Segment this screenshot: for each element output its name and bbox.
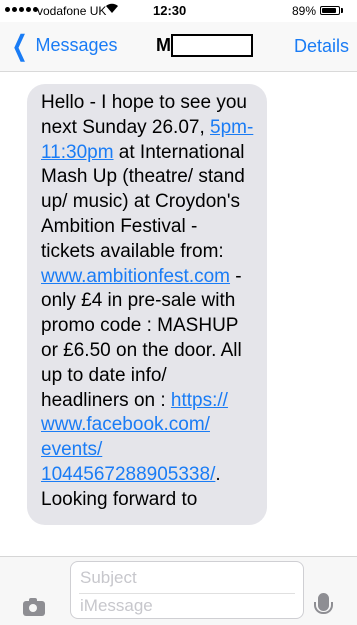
chevron-left-icon: ❮	[11, 29, 28, 61]
battery-fill	[322, 8, 337, 13]
carrier-name: vodafone UK	[37, 4, 107, 18]
website-link[interactable]: www.ambitionfest.com	[41, 266, 230, 287]
status-time: 12:30	[153, 3, 187, 18]
imessage-input[interactable]: iMessage	[80, 596, 153, 616]
camera-icon[interactable]	[23, 598, 45, 616]
received-message-bubble: Hello - I hope to see you next Sunday 26…	[27, 84, 267, 525]
status-bar: vodafone UK 12:30 89%	[0, 0, 357, 22]
wifi-icon	[105, 2, 119, 17]
details-button[interactable]: Details	[294, 36, 349, 57]
signal-strength-icon	[5, 7, 38, 12]
contact-name[interactable]: M	[156, 35, 171, 56]
message-text: Hello - I hope to see you next Sunday 26…	[41, 92, 253, 510]
navigation-bar: ❮ Messages M Details	[0, 22, 357, 72]
message-input-bar: Subject iMessage	[0, 556, 357, 625]
microphone-icon[interactable]	[314, 593, 333, 614]
battery-percent: 89%	[292, 4, 317, 18]
message-field[interactable]: Subject iMessage	[70, 561, 304, 619]
back-button-label: Messages	[35, 35, 118, 55]
subject-input[interactable]: Subject	[80, 568, 137, 588]
battery-tip	[341, 8, 343, 13]
back-button[interactable]: ❮ Messages	[8, 29, 118, 61]
field-divider	[79, 593, 295, 594]
battery-icon	[320, 6, 340, 15]
conversation-view[interactable]: Hello - I hope to see you next Sunday 26…	[0, 72, 357, 556]
redaction-box	[171, 34, 253, 57]
